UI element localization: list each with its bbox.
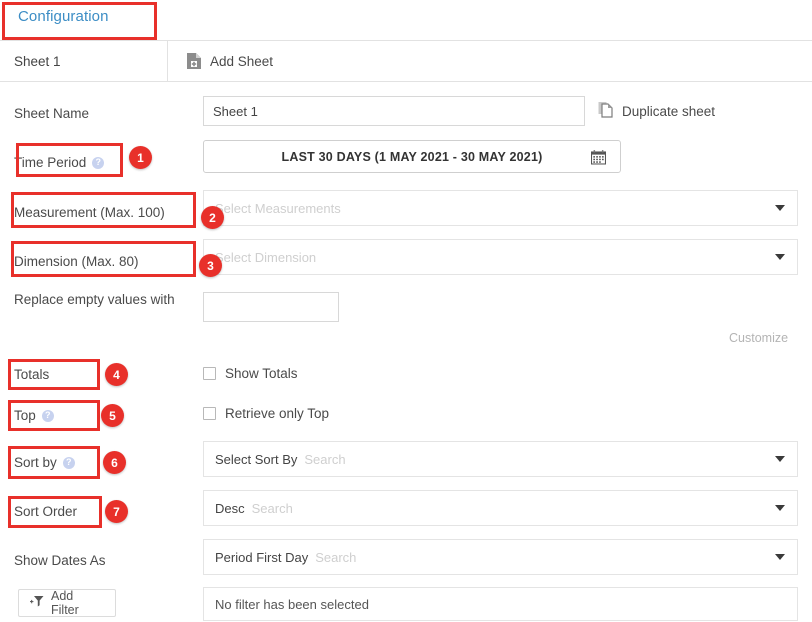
totals-label: Totals bbox=[14, 367, 50, 382]
add-filter-icon bbox=[30, 595, 44, 611]
show-totals-row[interactable]: Show Totals bbox=[203, 366, 298, 381]
replace-empty-label: Replace empty values with bbox=[14, 292, 175, 307]
tab-configuration[interactable]: Configuration bbox=[18, 8, 109, 25]
add-sheet-button[interactable]: Add Sheet bbox=[176, 41, 283, 81]
top-label-text: Top bbox=[14, 408, 36, 423]
show-dates-as-search-placeholder: Search bbox=[315, 549, 357, 565]
sort-by-label: Sort by bbox=[14, 454, 75, 471]
measurement-select[interactable]: Select Measurements bbox=[203, 190, 798, 226]
chevron-down-icon bbox=[775, 554, 785, 560]
retrieve-only-top-checkbox[interactable] bbox=[203, 407, 216, 420]
show-dates-as-value: Period First Day bbox=[215, 549, 309, 565]
filter-status-box: No filter has been selected bbox=[203, 587, 798, 621]
help-icon[interactable] bbox=[92, 156, 105, 169]
dimension-label: Dimension (Max. 80) bbox=[14, 254, 139, 269]
chevron-down-icon bbox=[775, 205, 785, 211]
add-filter-label: Add Filter bbox=[51, 589, 79, 617]
annotation-badge-4: 4 bbox=[105, 363, 128, 386]
sort-order-select[interactable]: Desc Search bbox=[203, 490, 798, 526]
sheet-tab-strip: Sheet 1 Add Sheet bbox=[0, 41, 812, 82]
sort-by-search-placeholder: Search bbox=[304, 451, 346, 467]
replace-empty-input[interactable] bbox=[203, 292, 339, 322]
filter-status-text: No filter has been selected bbox=[215, 596, 369, 612]
annotation-badge-1: 1 bbox=[129, 146, 152, 169]
help-icon[interactable] bbox=[62, 456, 75, 469]
top-label: Top bbox=[14, 407, 54, 424]
retrieve-only-top-label: Retrieve only Top bbox=[225, 406, 330, 421]
help-icon[interactable] bbox=[41, 409, 54, 422]
annotation-badge-3: 3 bbox=[199, 254, 222, 277]
sort-order-search-placeholder: Search bbox=[251, 500, 293, 516]
time-period-label-text: Time Period bbox=[14, 155, 87, 170]
sort-order-label: Sort Order bbox=[14, 504, 78, 519]
annotation-badge-7: 7 bbox=[105, 500, 128, 523]
calendar-icon bbox=[590, 149, 607, 165]
annotation-badge-2: 2 bbox=[201, 206, 224, 229]
sheet-name-input[interactable] bbox=[203, 96, 585, 126]
measurement-placeholder: Select Measurements bbox=[215, 200, 341, 216]
sort-by-value: Select Sort By bbox=[215, 451, 298, 467]
time-period-picker[interactable]: LAST 30 DAYS (1 MAY 2021 - 30 MAY 2021) bbox=[203, 140, 621, 173]
copy-sheet-icon bbox=[598, 101, 614, 121]
annotation-badge-6: 6 bbox=[103, 451, 126, 474]
show-totals-label: Show Totals bbox=[225, 366, 298, 381]
sort-by-select[interactable]: Select Sort By Search bbox=[203, 441, 798, 477]
customize-link[interactable]: Customize bbox=[729, 331, 788, 345]
sort-order-value: Desc bbox=[215, 500, 245, 516]
add-filter-button[interactable]: Add Filter bbox=[18, 589, 116, 617]
duplicate-sheet-label: Duplicate sheet bbox=[622, 103, 716, 119]
chevron-down-icon bbox=[775, 456, 785, 462]
dimension-select[interactable]: Select Dimension bbox=[203, 239, 798, 275]
time-period-label: Time Period bbox=[14, 154, 105, 171]
add-document-icon bbox=[186, 52, 202, 70]
configuration-tab-bar: Configuration bbox=[0, 0, 812, 41]
duplicate-sheet-button[interactable]: Duplicate sheet bbox=[598, 96, 715, 126]
add-sheet-label: Add Sheet bbox=[210, 53, 274, 69]
sheet-tab-sheet-1[interactable]: Sheet 1 bbox=[0, 41, 168, 81]
time-period-value: LAST 30 DAYS (1 MAY 2021 - 30 MAY 2021) bbox=[281, 149, 543, 164]
retrieve-only-top-row[interactable]: Retrieve only Top bbox=[203, 406, 329, 421]
sheet-tab-label: Sheet 1 bbox=[14, 53, 61, 69]
sort-by-label-text: Sort by bbox=[14, 455, 57, 470]
show-dates-as-select[interactable]: Period First Day Search bbox=[203, 539, 798, 575]
measurement-label: Measurement (Max. 100) bbox=[14, 205, 165, 220]
sheet-name-label: Sheet Name bbox=[14, 106, 90, 121]
chevron-down-icon bbox=[775, 505, 785, 511]
show-dates-as-label: Show Dates As bbox=[14, 553, 106, 568]
chevron-down-icon bbox=[775, 254, 785, 260]
annotation-badge-5: 5 bbox=[101, 404, 124, 427]
show-totals-checkbox[interactable] bbox=[203, 367, 216, 380]
